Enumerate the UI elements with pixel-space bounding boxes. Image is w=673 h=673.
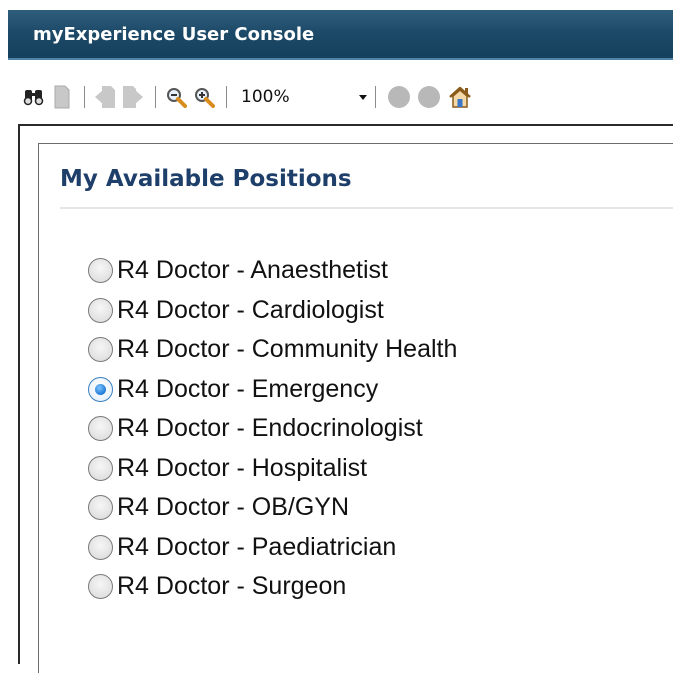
circle-button-2[interactable] [418,86,440,108]
position-option[interactable]: R4 Doctor - Community Health [88,330,457,370]
position-option[interactable]: R4 Doctor - Cardiologist [88,291,457,331]
next-page-icon[interactable] [121,83,145,111]
radio-button[interactable] [88,376,113,402]
position-label: R4 Doctor - Endocrinologist [117,414,423,443]
position-label: R4 Doctor - Emergency [117,374,379,403]
toolbar: 100% [22,80,476,114]
position-label: R4 Doctor - Community Health [117,335,458,364]
zoom-in-icon[interactable] [192,83,216,111]
zoom-value: 100% [241,87,290,107]
position-label: R4 Doctor - Cardiologist [117,295,384,324]
radio-button[interactable] [88,416,113,442]
page-icon[interactable] [50,83,74,111]
radio-button[interactable] [88,337,113,363]
position-option[interactable]: R4 Doctor - Hospitalist [88,449,457,489]
toolbar-divider [155,86,156,108]
radio-button[interactable] [88,495,113,521]
toolbar-divider [375,86,376,108]
position-option[interactable]: R4 Doctor - Anaesthetist [88,251,457,291]
position-option[interactable]: R4 Doctor - Surgeon [88,567,457,607]
positions-list: R4 Doctor - Anaesthetist R4 Doctor - Car… [88,251,457,607]
page-title: My Available Positions [60,166,352,192]
position-option[interactable]: R4 Doctor - OB/GYN [88,488,457,528]
circle-button-1[interactable] [388,86,410,108]
toolbar-divider [84,86,85,108]
toolbar-divider [226,86,227,108]
position-option[interactable]: R4 Doctor - Endocrinologist [88,409,457,449]
divider [60,207,673,209]
first-page-icon[interactable] [93,83,117,111]
window-title: myExperience User Console [33,24,315,45]
position-label: R4 Doctor - OB/GYN [117,493,349,522]
radio-button[interactable] [88,574,113,600]
position-option[interactable]: R4 Doctor - Emergency [88,370,457,410]
title-bar: myExperience User Console [8,10,673,60]
zoom-out-icon[interactable] [164,83,188,111]
home-icon[interactable] [448,83,472,111]
radio-button[interactable] [88,258,113,284]
chevron-down-icon [359,95,367,100]
position-label: R4 Doctor - Hospitalist [117,453,368,482]
zoom-select[interactable]: 100% [235,83,375,111]
position-label: R4 Doctor - Anaesthetist [117,256,388,285]
radio-button[interactable] [88,297,113,323]
position-option[interactable]: R4 Doctor - Paediatrician [88,528,457,568]
find-icon[interactable] [22,83,46,111]
radio-button[interactable] [88,534,113,560]
position-label: R4 Doctor - Paediatrician [117,532,397,561]
position-label: R4 Doctor - Surgeon [117,572,347,601]
radio-button[interactable] [88,455,113,481]
